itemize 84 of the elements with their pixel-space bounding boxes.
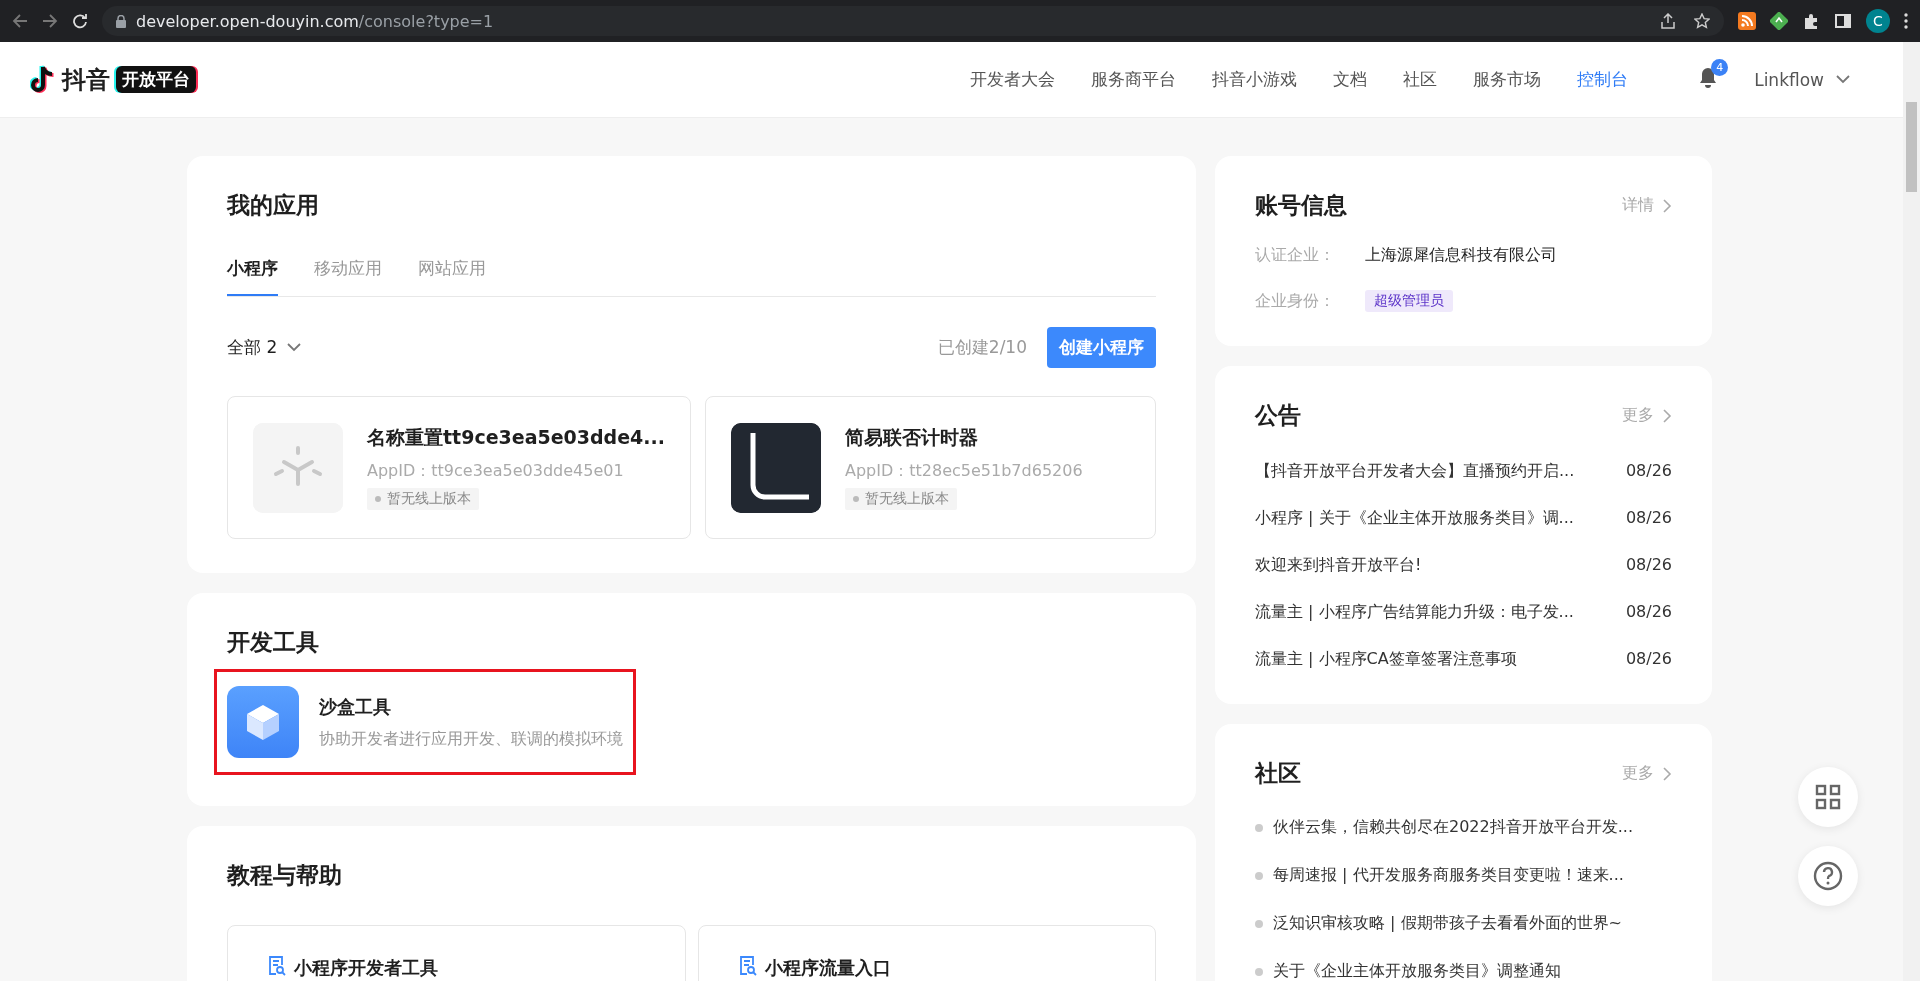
field-value: 上海源犀信息科技有限公司 (1365, 245, 1557, 266)
announcement-link[interactable]: 流量主 | 小程序CA签章签署注意事项 (1255, 649, 1517, 670)
chevron-icon (1662, 766, 1672, 781)
community-post-link[interactable]: 关于《企业主体开放服务类目》调整通知 (1273, 961, 1561, 981)
role-tag: 超级管理员 (1365, 290, 1453, 312)
notification-badge: 4 (1711, 58, 1729, 76)
nav-link[interactable]: 服务市场 (1473, 68, 1542, 91)
tutorial-card[interactable]: 小程序流量入口 (697, 925, 1156, 981)
tutorial-title: 小程序流量入口 (764, 956, 891, 980)
section-title: 社区 (1255, 759, 1301, 788)
reload-icon[interactable] (72, 13, 88, 29)
bullet-icon (1255, 919, 1263, 928)
caret-icon (1836, 75, 1850, 84)
puzzle-icon[interactable] (1802, 12, 1820, 30)
nav-link[interactable]: 抖音小游戏 (1212, 68, 1298, 91)
back-icon[interactable] (12, 13, 28, 29)
rss-icon[interactable] (1738, 12, 1756, 30)
forward-icon[interactable] (42, 13, 58, 29)
app-id: AppID：tt28ec5e51b7d65206 (845, 461, 1083, 482)
tool-item[interactable]: 沙盒工具 协助开发者进行应用开发、联调的模拟环境 (217, 672, 633, 772)
app-name: 简易联否计时器 (845, 425, 979, 450)
app-id: AppID：tt9ce3ea5e03dde45e01 (367, 461, 625, 482)
extension-icon[interactable] (1770, 12, 1788, 30)
announcement-date: 08/26 (1625, 461, 1672, 482)
community-post-link[interactable]: 伙伴云集，信赖共创尽在2022抖音开放平台开发... (1273, 817, 1633, 838)
status-tag: 暂无线上版本 (367, 488, 479, 510)
profile-avatar[interactable]: C (1866, 9, 1890, 33)
section-title: 公告 (1255, 401, 1301, 430)
announcement-date: 08/26 (1625, 602, 1672, 623)
section-title: 开发工具 (227, 628, 320, 657)
document-search-icon (738, 956, 757, 976)
bullet-icon (1255, 967, 1263, 976)
field-label: 认证企业： (1255, 245, 1336, 266)
announcement-date: 08/26 (1625, 555, 1672, 576)
scrollbar[interactable] (1903, 42, 1920, 981)
announcement-link[interactable]: 【抖音开放平台开发者大会】直播预约开启... (1255, 461, 1575, 482)
side-panel-icon[interactable] (1834, 12, 1852, 30)
tool-name: 沙盒工具 (319, 694, 392, 719)
status-tag: 暂无线上版本 (845, 488, 957, 510)
cube-icon (227, 686, 299, 758)
community-post-link[interactable]: 泛知识审核攻略 | 假期带孩子去看看外面的世界~ (1273, 913, 1622, 934)
tutorial-card[interactable]: 小程序开发者工具 (227, 925, 686, 981)
announcement-link[interactable]: 流量主 | 小程序广告结算能力升级：电子发... (1255, 602, 1574, 623)
logo-text: 抖音 (62, 64, 110, 96)
tutorial-title: 小程序开发者工具 (294, 956, 438, 980)
nav-link[interactable]: 文档 (1333, 68, 1368, 91)
nav-link[interactable]: 控制台 (1577, 68, 1629, 91)
music-note-icon (30, 64, 56, 95)
nav-link[interactable]: 服务商平台 (1091, 68, 1177, 91)
announcement-link[interactable]: 欢迎来到抖音开放平台! (1255, 555, 1422, 576)
url-text: developer.open-douyin.com/console?type=1 (136, 11, 494, 31)
bullet-icon (1255, 823, 1263, 832)
chevron-icon (1662, 198, 1672, 213)
share-icon[interactable] (1660, 13, 1676, 29)
star-icon[interactable] (1694, 13, 1710, 29)
address-bar[interactable]: developer.open-douyin.com/console?type=1 (102, 6, 1724, 36)
chevron-icon (1662, 408, 1672, 423)
field-label: 企业身份： (1255, 290, 1336, 312)
document-search-icon (268, 956, 286, 976)
caret-icon (287, 343, 302, 352)
section-title: 教程与帮助 (227, 861, 343, 890)
nav-link[interactable]: 开发者大会 (970, 68, 1056, 91)
app-type-tab[interactable]: 小程序 (227, 251, 278, 296)
nav-link[interactable]: 社区 (1403, 68, 1438, 91)
community-post-link[interactable]: 每周速报 | 代开发服务商服务类目变更啦！速来... (1273, 865, 1624, 886)
announcement-date: 08/26 (1625, 649, 1672, 670)
bullet-icon (1255, 871, 1263, 880)
tool-description: 协助开发者进行应用开发、联调的模拟环境 (319, 728, 623, 750)
announcement-date: 08/26 (1625, 508, 1672, 529)
section-title: 账号信息 (1255, 191, 1347, 220)
logo-badge: 开放平台 (116, 66, 196, 93)
app-logo-icon (731, 422, 821, 513)
help-icon (1813, 861, 1843, 891)
app-name: 名称重置tt9ce3ea5e03dde4... (367, 425, 665, 450)
app-card[interactable]: 简易联否计时器 AppID：tt28ec5e51b7d65206 暂无线上版本 (705, 396, 1156, 539)
filter-dropdown[interactable]: 全部 2 (227, 336, 302, 359)
section-title: 我的应用 (227, 191, 320, 220)
created-count: 已创建2/10 (937, 336, 1027, 359)
announcement-link[interactable]: 小程序 | 关于《企业主体开放服务类目》调... (1255, 508, 1574, 529)
app-card[interactable]: 名称重置tt9ce3ea5e03dde4... AppID：tt9ce3ea5e03dde45e01 暂无线上版本 (227, 396, 691, 539)
lock-icon (116, 14, 126, 28)
user-menu[interactable]: Linkflow (1754, 69, 1850, 90)
menu-icon[interactable] (1904, 13, 1908, 29)
qr-code-icon (1815, 784, 1841, 810)
